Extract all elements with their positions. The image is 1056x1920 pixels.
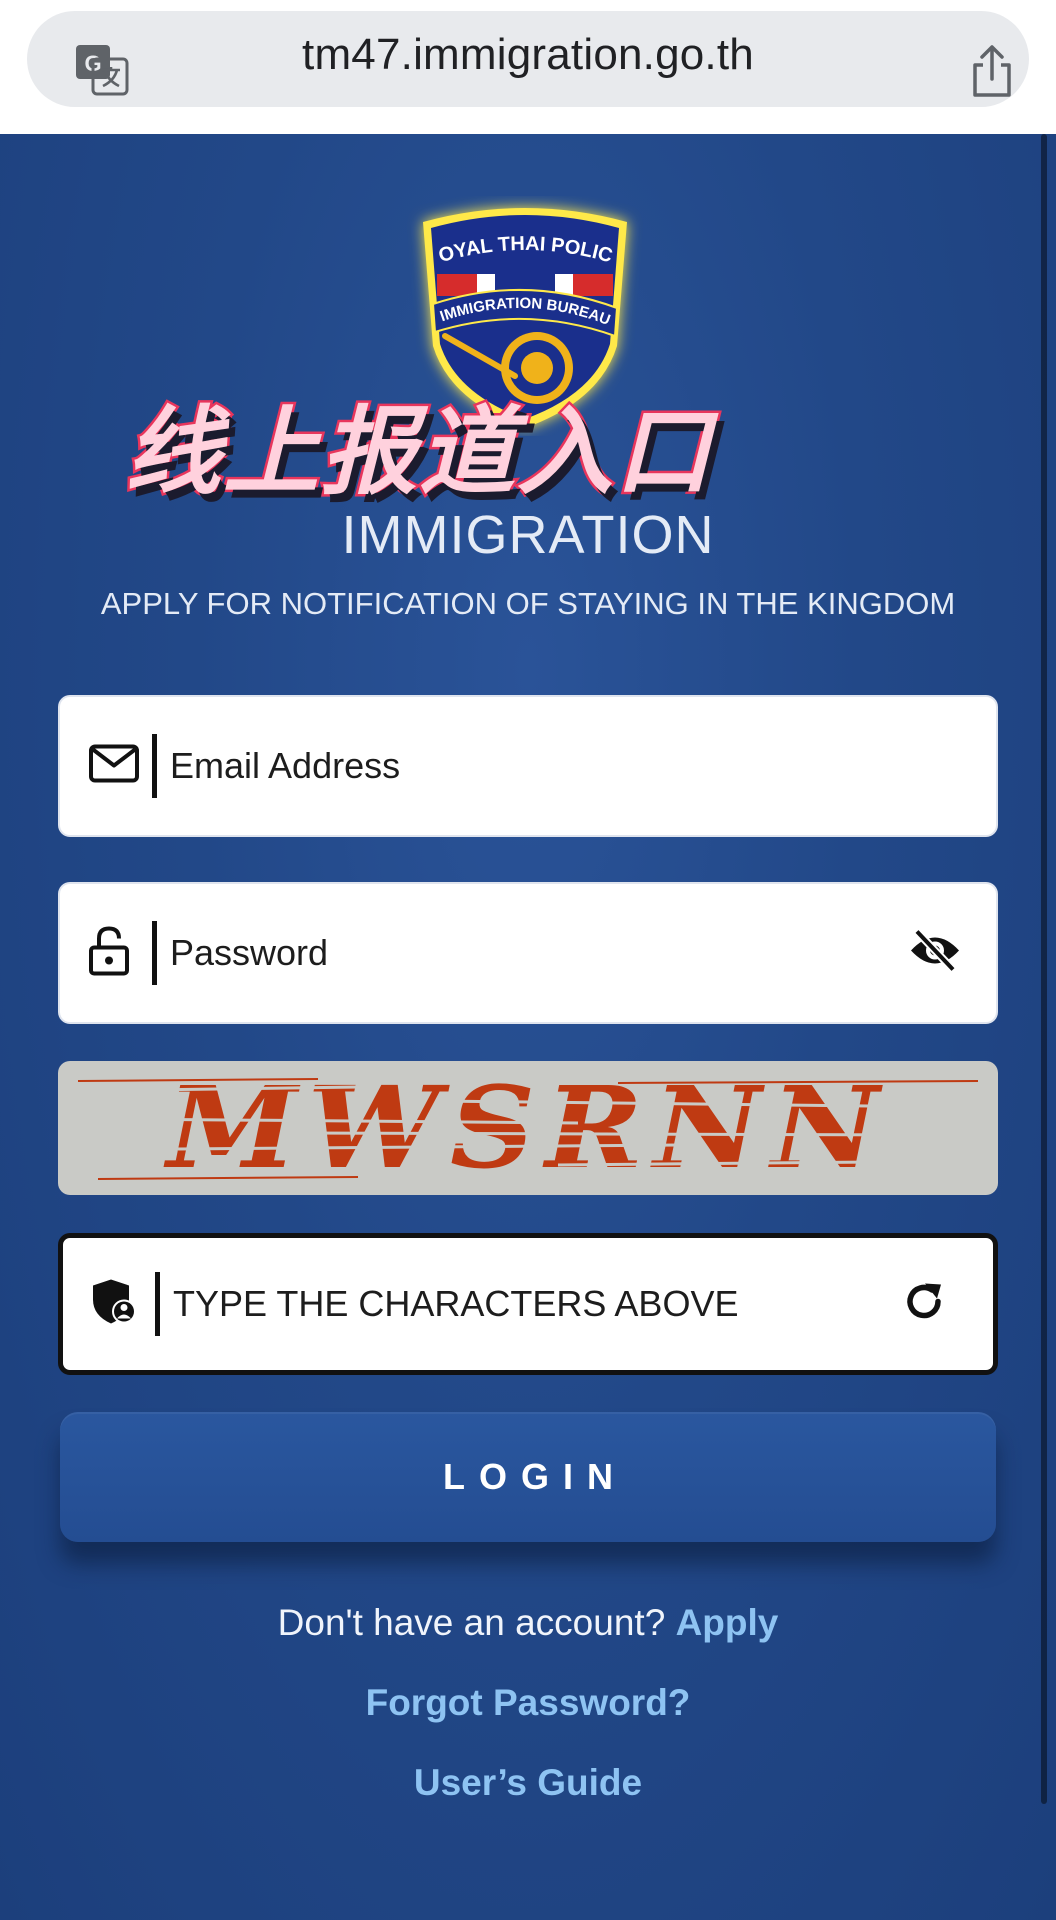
- captcha-input[interactable]: TYPE THE CHARACTERS ABOVE: [58, 1233, 998, 1375]
- browser-toolbar: G tm47.immigration.go.th: [0, 0, 1056, 134]
- email-field[interactable]: Email Address: [58, 695, 998, 837]
- login-button[interactable]: LOGIN: [60, 1412, 996, 1542]
- field-divider: [155, 1272, 160, 1336]
- login-button-label: LOGIN: [443, 1456, 627, 1497]
- password-field[interactable]: Password: [58, 882, 998, 1024]
- shield-user-icon: [91, 1278, 137, 1331]
- page-subtitle: APPLY FOR NOTIFICATION OF STAYING IN THE…: [100, 586, 956, 621]
- captcha-image: MWSRNN: [58, 1061, 998, 1195]
- signup-prompt: Don't have an account?: [277, 1602, 676, 1643]
- page-title: IMMIGRATION: [341, 505, 715, 565]
- users-guide-link[interactable]: User’s Guide: [414, 1762, 642, 1803]
- users-guide-row: User’s Guide: [0, 1762, 1056, 1804]
- page-scrollbar[interactable]: [1041, 134, 1047, 1804]
- password-placeholder[interactable]: Password: [170, 932, 328, 974]
- signup-prompt-row: Don't have an account? Apply: [0, 1602, 1056, 1644]
- field-divider: [152, 734, 157, 798]
- field-divider: [152, 921, 157, 985]
- refresh-icon[interactable]: [903, 1281, 945, 1328]
- forgot-password-link[interactable]: Forgot Password?: [366, 1682, 691, 1723]
- email-placeholder[interactable]: Email Address: [170, 745, 400, 787]
- lock-icon: [88, 926, 130, 981]
- eye-slash-icon[interactable]: [908, 928, 962, 978]
- captcha-placeholder[interactable]: TYPE THE CHARACTERS ABOVE: [173, 1283, 738, 1325]
- overlay-caption: 线上报道入口: [123, 394, 714, 511]
- forgot-password-row: Forgot Password?: [0, 1682, 1056, 1724]
- url-text[interactable]: tm47.immigration.go.th: [0, 30, 1056, 80]
- login-page: ROYAL THAI POLICE IMMIGRATION BUREAU 线上报…: [0, 134, 1056, 1920]
- apply-link[interactable]: Apply: [676, 1602, 779, 1643]
- captcha-noise: [77, 1078, 979, 1180]
- envelope-icon: [88, 744, 140, 789]
